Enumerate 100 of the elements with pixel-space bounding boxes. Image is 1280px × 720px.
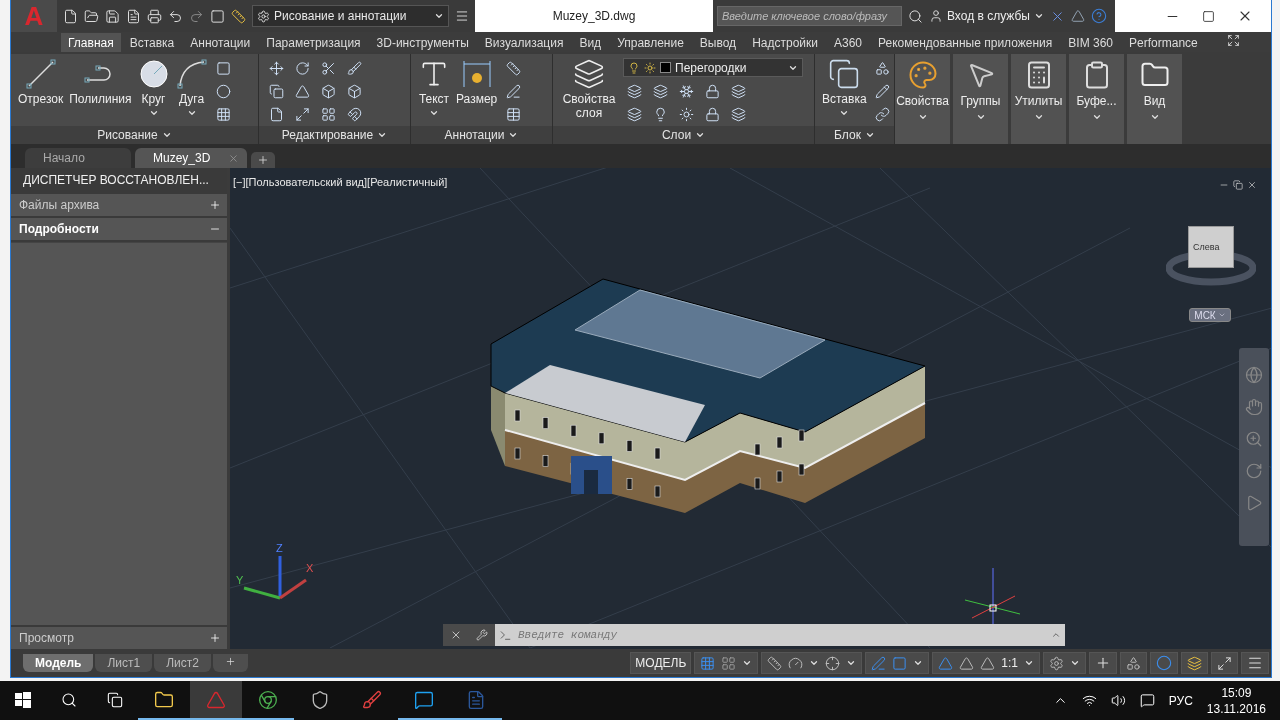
redo-icon[interactable]: [189, 8, 204, 24]
section-header[interactable]: Файлы архива: [11, 194, 227, 216]
maximize-icon[interactable]: [1202, 9, 1215, 23]
panel-title[interactable]: Редактирование: [259, 126, 410, 144]
command-input[interactable]: Введите команду: [516, 628, 1047, 642]
section-header[interactable]: Подробности: [11, 218, 227, 240]
annotation-scale-button[interactable]: 1:1: [1001, 656, 1018, 670]
panel-title[interactable]: Рисование: [11, 126, 258, 144]
caret-icon[interactable]: [839, 108, 850, 118]
caret-icon[interactable]: [1034, 11, 1044, 21]
caret-icon[interactable]: [695, 130, 706, 140]
isolate-icon[interactable]: [1126, 655, 1141, 671]
ribbon-tab[interactable]: A360: [826, 33, 869, 52]
layer-dropdown[interactable]: Перегородки: [623, 58, 803, 77]
isolate-objects-icon[interactable]: [1187, 655, 1202, 671]
ribbon-tool-button[interactable]: Дуга: [174, 58, 209, 118]
save-icon[interactable]: [105, 8, 120, 24]
ribbon-tab[interactable]: 3D-инструменты: [369, 33, 476, 52]
search-field[interactable]: Введите ключевое слово/фразу: [717, 6, 902, 26]
customize-icon[interactable]: [455, 9, 469, 23]
caret-icon[interactable]: [1149, 112, 1160, 122]
grid-icon[interactable]: [700, 655, 716, 671]
ribbon-panel-button[interactable]: Утилиты: [1011, 54, 1066, 144]
caret-icon[interactable]: [434, 11, 444, 21]
notifications-icon[interactable]: [1139, 693, 1155, 708]
caret-icon[interactable]: [913, 658, 924, 668]
clock[interactable]: 15:09 13.11.2016: [1206, 684, 1266, 717]
ribbon-tab[interactable]: Аннотации: [183, 33, 258, 52]
layout-tab[interactable]: Лист1: [95, 654, 153, 672]
ribbon-tab[interactable]: Вид: [572, 33, 609, 52]
panel-title[interactable]: Аннотации: [411, 126, 552, 144]
ribbon-tool-button[interactable]: Круг: [136, 58, 171, 118]
ribbon-tab[interactable]: Визуализация: [477, 33, 571, 52]
panel-title[interactable]: Блок: [815, 126, 894, 144]
ribbon-tool-button[interactable]: Текст: [417, 58, 451, 118]
restore-icon[interactable]: [1233, 180, 1243, 190]
caret-icon[interactable]: [1033, 112, 1044, 122]
caret-icon[interactable]: [148, 108, 159, 118]
sign-in-button[interactable]: Вход в службы: [929, 9, 1044, 23]
caret-icon[interactable]: [1070, 658, 1080, 668]
layout-tab[interactable]: Лист2: [154, 654, 211, 672]
section-header[interactable]: Просмотр: [11, 627, 227, 649]
workspace-dropdown[interactable]: Рисование и аннотации: [252, 5, 449, 27]
caret-icon[interactable]: [1091, 112, 1102, 122]
ribbon-tab[interactable]: Главная: [61, 33, 121, 52]
close-icon[interactable]: [1247, 180, 1257, 190]
caret-icon[interactable]: [186, 108, 197, 118]
open-folder-icon[interactable]: [84, 8, 99, 24]
ribbon-tab[interactable]: Performance: [1122, 33, 1205, 52]
caret-icon[interactable]: [429, 108, 439, 118]
ribbon-panel-button[interactable]: Вид: [1127, 54, 1182, 144]
model-space-button[interactable]: МОДЕЛЬ: [630, 652, 692, 674]
measure-icon[interactable]: [231, 8, 246, 24]
caret-icon[interactable]: [864, 130, 875, 140]
snap-icon[interactable]: [721, 655, 737, 671]
caret-icon[interactable]: [377, 130, 388, 140]
plus-icon[interactable]: [1095, 655, 1111, 671]
viewport-controls-label[interactable]: [−][Пользовательский вид][Реалистичный]: [233, 176, 448, 188]
caret-icon[interactable]: [846, 658, 857, 668]
caret-icon[interactable]: [508, 130, 519, 140]
caret-icon[interactable]: [742, 658, 753, 668]
ribbon-tool-button[interactable]: Свойства слоя: [559, 58, 619, 120]
wrench-icon[interactable]: [476, 629, 488, 641]
input-language[interactable]: РУС: [1168, 693, 1193, 708]
help-icon[interactable]: [1091, 8, 1107, 24]
document-tab[interactable]: Muzey_3D: [135, 148, 247, 168]
ribbon-panel-button[interactable]: Буфе...: [1069, 54, 1124, 144]
caret-icon[interactable]: [161, 130, 172, 140]
caret-icon[interactable]: [917, 112, 928, 122]
search-icon[interactable]: [908, 8, 923, 24]
ribbon-tab[interactable]: BIM 360: [1061, 33, 1121, 52]
ribbon-tab[interactable]: Параметризация: [259, 33, 368, 52]
ribbon-tool-button[interactable]: Отрезок: [17, 58, 65, 106]
minimize-ribbon-icon[interactable]: [1226, 34, 1240, 47]
undo-icon[interactable]: [168, 8, 183, 24]
save-as-icon[interactable]: [126, 8, 141, 24]
taskbar-app-button[interactable]: [190, 681, 242, 720]
ribbon-panel-button[interactable]: Свойства: [895, 54, 950, 144]
volume-icon[interactable]: [1110, 693, 1126, 708]
layout-tab[interactable]: Модель: [23, 654, 94, 672]
ribbon-tool-button[interactable]: Размер: [455, 58, 499, 106]
clean-screen-icon[interactable]: [1217, 655, 1232, 671]
menu-icon[interactable]: [1247, 655, 1263, 671]
print-icon[interactable]: [147, 8, 162, 24]
ribbon-panel-button[interactable]: Группы: [953, 54, 1008, 144]
ucs-menu-button[interactable]: МСК: [1189, 308, 1231, 322]
ribbon-tab[interactable]: Рекомендованные приложения: [871, 33, 1060, 52]
caret-icon[interactable]: [975, 112, 986, 122]
ribbon-tab[interactable]: Вывод: [692, 33, 744, 52]
caret-icon[interactable]: [1024, 658, 1034, 668]
ribbon-tab[interactable]: Управление: [610, 33, 691, 52]
document-tab[interactable]: Начало: [25, 148, 131, 168]
new-tab-button[interactable]: [251, 152, 275, 168]
hardware-acceleration-icon[interactable]: [1156, 655, 1172, 671]
ribbon-tool-button[interactable]: Вставка: [821, 58, 868, 118]
new-file-icon[interactable]: [63, 8, 78, 24]
ribbon-tool-button[interactable]: Полилиния: [68, 58, 133, 106]
panel-title[interactable]: Слои: [553, 126, 814, 144]
caret-icon[interactable]: [809, 658, 820, 668]
ribbon-tab[interactable]: Вставка: [122, 33, 182, 52]
